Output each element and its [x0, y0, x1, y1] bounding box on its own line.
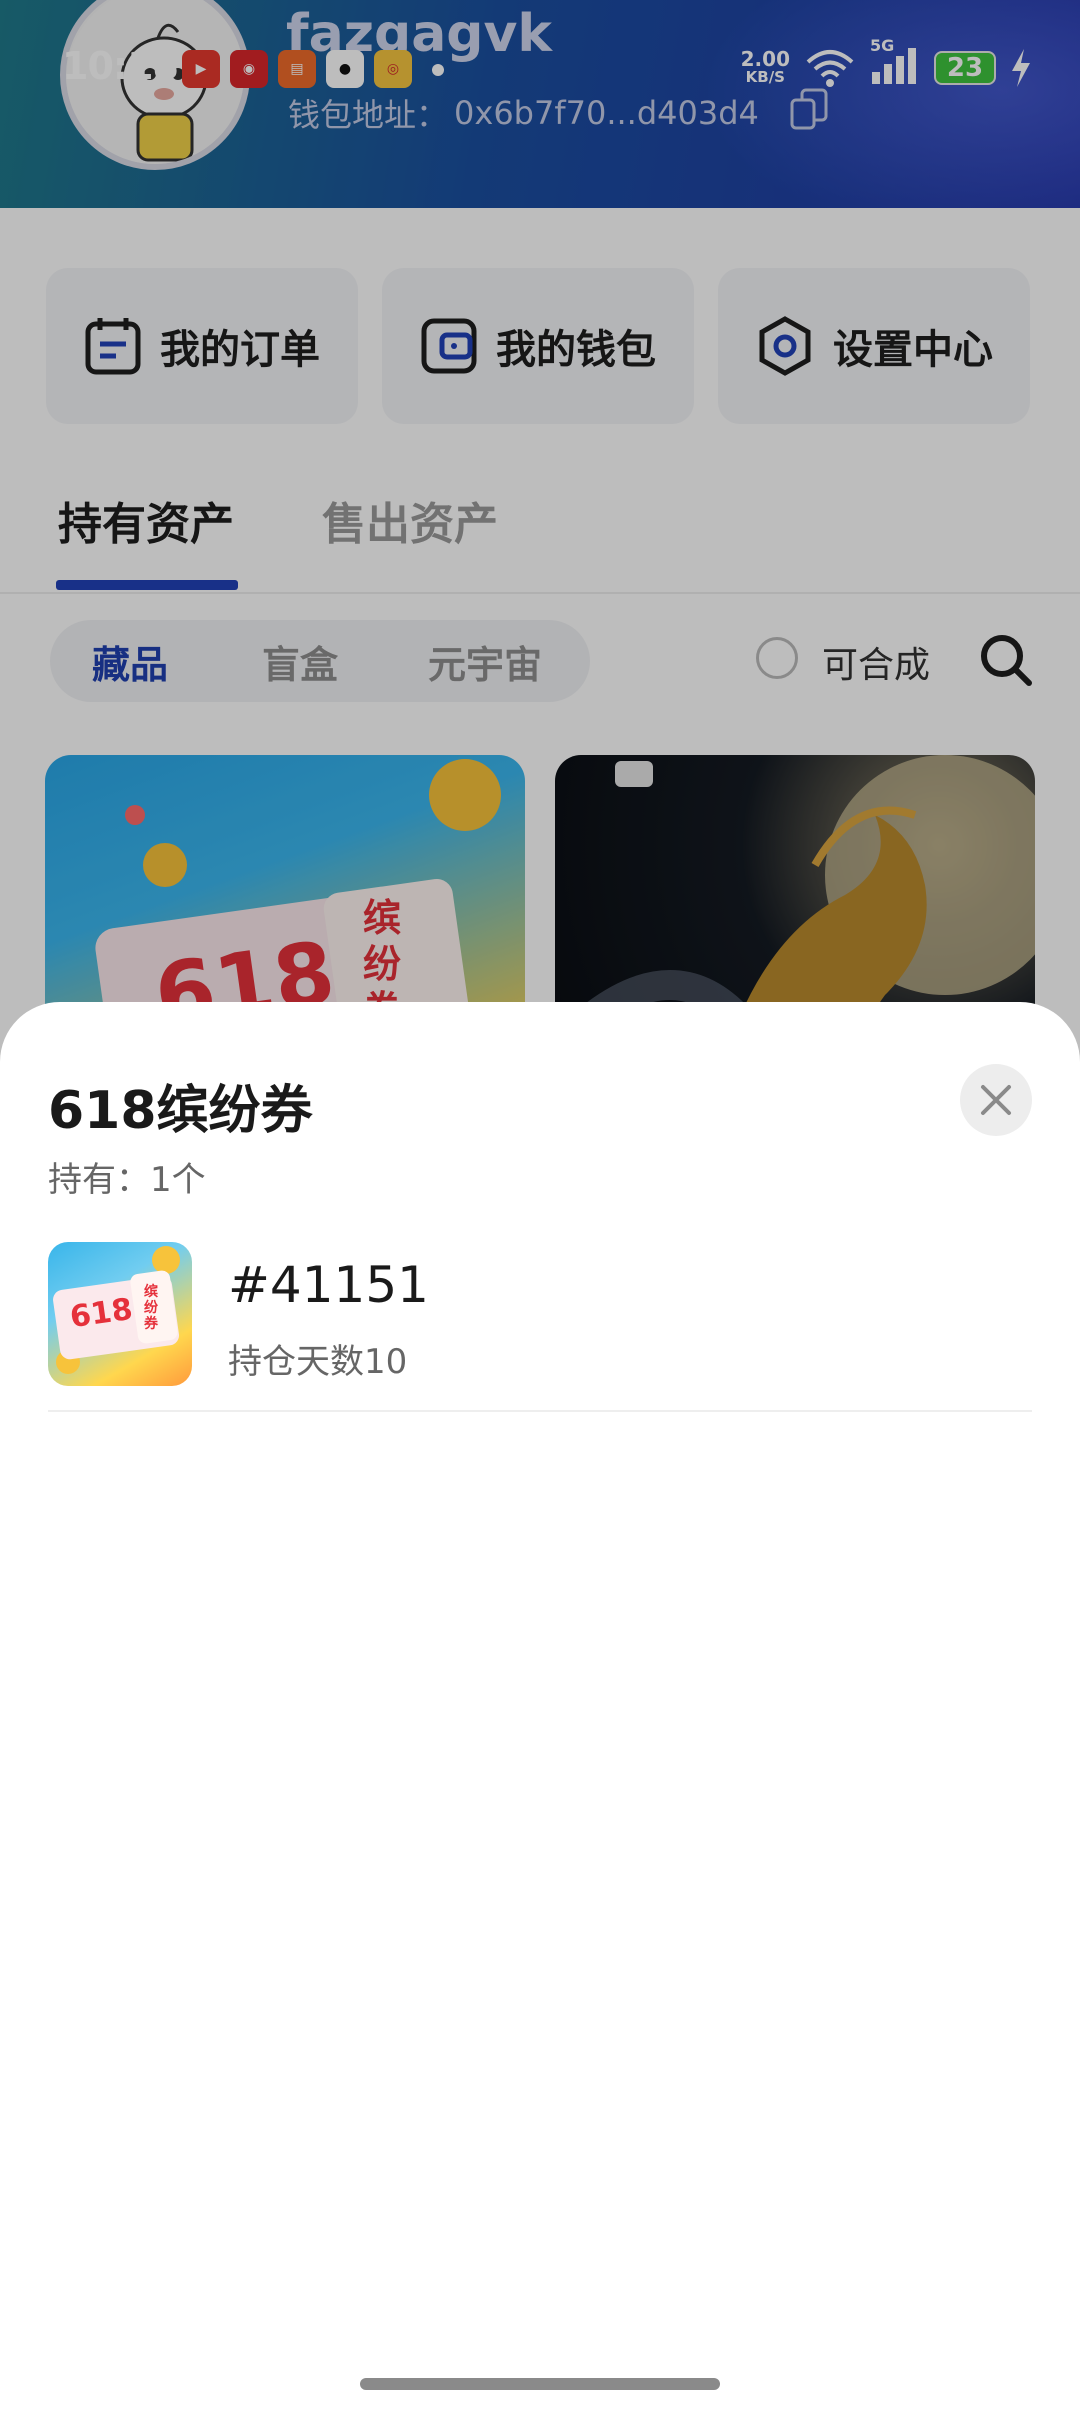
- home-indicator[interactable]: [360, 2378, 720, 2390]
- item-holding-days: 持仓天数10: [228, 1342, 408, 1382]
- item-thumbnail: 618 缤纷券: [48, 1242, 192, 1386]
- close-icon: [981, 1085, 1011, 1115]
- asset-detail-sheet: 618缤纷券 持有：1个 618 缤纷券 #41151 持仓天数10: [0, 1002, 1080, 2412]
- item-token-id: #41151: [228, 1256, 429, 1314]
- close-button[interactable]: [960, 1064, 1032, 1136]
- item-thumb-tag: 缤纷券: [144, 1284, 158, 1332]
- list-item[interactable]: 618 缤纷券 #41151 持仓天数10: [48, 1242, 1032, 1412]
- holding-count: 持有：1个: [48, 1160, 206, 1200]
- sheet-title: 618缤纷券: [48, 1081, 313, 1141]
